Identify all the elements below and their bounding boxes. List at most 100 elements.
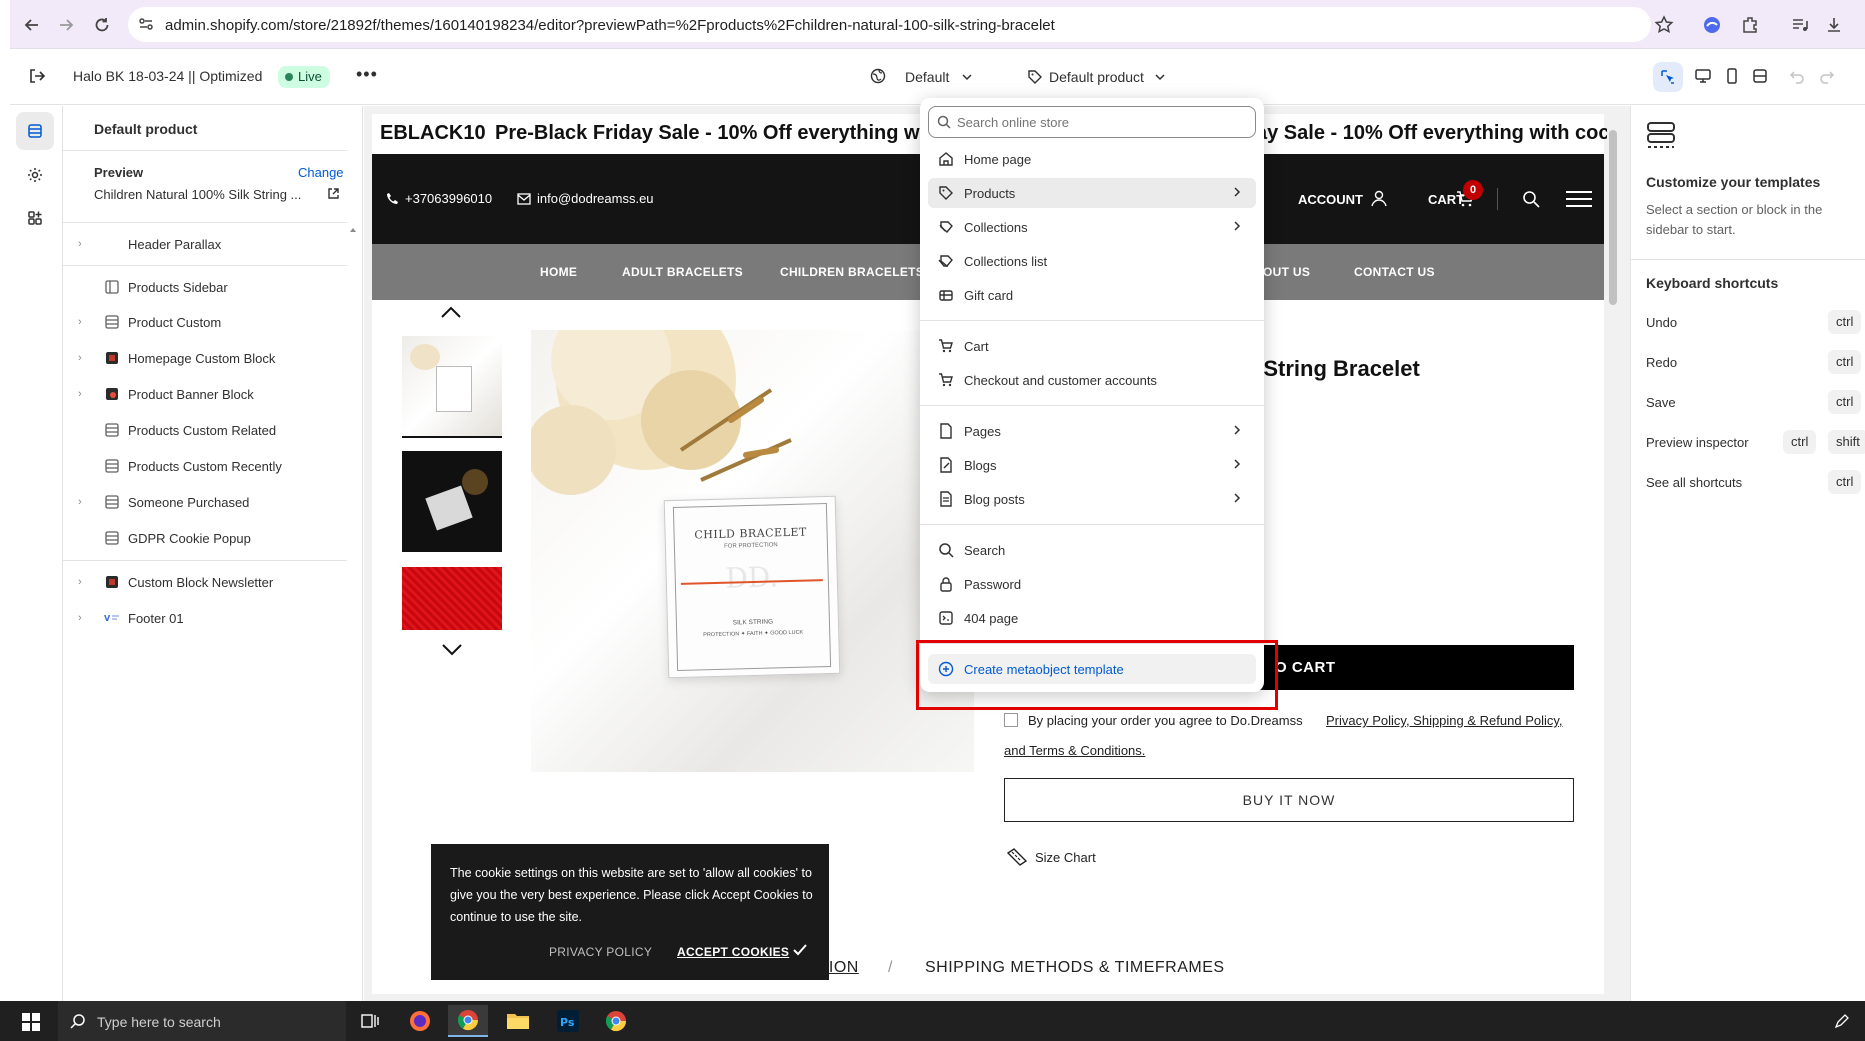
tab-shipping-methods[interactable]: SHIPPING METHODS & TIMEFRAMES <box>925 959 1225 977</box>
template-products[interactable]: Products <box>928 178 1256 208</box>
nav-adult-bracelets[interactable]: ADULT BRACELETS <box>622 265 743 279</box>
template-home-page[interactable]: Home page <box>928 144 1256 174</box>
media-controls-icon[interactable] <box>1788 13 1812 37</box>
redo-icon[interactable] <box>1818 67 1836 85</box>
chevron-right-icon[interactable]: › <box>78 352 92 364</box>
chevron-up-icon[interactable] <box>440 305 462 319</box>
terms-link[interactable]: and Terms & Conditions. <box>1004 743 1145 758</box>
section-products-sidebar[interactable]: Products Sidebar <box>70 272 346 302</box>
chrome-taskbar-icon-active[interactable] <box>448 1005 488 1037</box>
photoshop-icon[interactable]: Ps <box>548 1005 588 1037</box>
reload-button[interactable] <box>88 11 116 39</box>
file-explorer-icon[interactable] <box>498 1005 538 1037</box>
size-chart-link[interactable]: Size Chart <box>1035 850 1096 865</box>
template-gift-card[interactable]: Gift card <box>928 280 1256 310</box>
accept-cookies-button[interactable]: ACCEPT COOKIES <box>677 945 789 959</box>
template-pages[interactable]: Pages <box>928 416 1256 446</box>
chevron-right-icon[interactable]: › <box>78 316 92 328</box>
site-info-icon[interactable] <box>137 15 155 33</box>
nav-about-us[interactable]: OUT US <box>1263 265 1310 279</box>
store-phone[interactable]: +37063996010 <box>405 191 492 206</box>
template-password[interactable]: Password <box>928 569 1256 599</box>
chevron-down-icon[interactable] <box>961 71 973 83</box>
policy-links[interactable]: Privacy Policy, Shipping & Refund Policy… <box>1326 713 1563 728</box>
external-link-icon[interactable] <box>327 187 340 200</box>
template-404-page[interactable]: 404 page <box>928 603 1256 633</box>
sidebar-scrollbar[interactable] <box>349 226 356 1001</box>
checkmark-icon[interactable] <box>792 943 808 957</box>
product-template-select[interactable]: Default product <box>1049 69 1144 85</box>
product-thumbnail-3[interactable] <box>402 567 502 630</box>
section-homepage-custom-block[interactable]: › Homepage Custom Block <box>70 343 346 373</box>
shortcut-see-all[interactable]: See all shortcuts ctrl <box>1640 466 1865 498</box>
template-search[interactable]: Search <box>928 535 1256 565</box>
user-icon[interactable] <box>1370 189 1388 207</box>
template-checkout[interactable]: Checkout and customer accounts <box>928 365 1256 395</box>
product-thumbnail-2[interactable] <box>402 451 502 552</box>
section-label: Products Custom Related <box>128 422 277 438</box>
cart-count-badge: 0 <box>1463 180 1483 200</box>
profile-icon[interactable] <box>1700 13 1724 37</box>
undo-icon[interactable] <box>1788 67 1806 85</box>
section-footer-01[interactable]: › V Footer 01 <box>70 603 346 633</box>
firefox-icon[interactable] <box>400 1005 440 1037</box>
chevron-right-icon[interactable]: › <box>78 496 92 508</box>
desktop-view-icon[interactable] <box>1694 67 1712 85</box>
template-collections-list[interactable]: Collections list <box>928 246 1256 276</box>
section-product-banner-block[interactable]: › Product Banner Block <box>70 379 346 409</box>
search-icon[interactable] <box>1522 190 1540 208</box>
section-header-parallax[interactable]: › Header Parallax <box>70 229 346 259</box>
chevron-right-icon[interactable]: › <box>78 388 92 400</box>
chevron-right-icon[interactable]: › <box>78 576 92 588</box>
mobile-view-icon[interactable] <box>1723 67 1741 85</box>
account-link[interactable]: ACCOUNT <box>1298 192 1363 207</box>
chrome-icon[interactable] <box>596 1005 636 1037</box>
nav-contact-us[interactable]: CONTACT US <box>1354 265 1435 279</box>
divider <box>1630 259 1865 260</box>
product-main-image[interactable]: CHILD BRACELET FOR PROTECTION DD. SILK S… <box>531 330 974 772</box>
template-cart[interactable]: Cart <box>928 331 1256 361</box>
back-button[interactable] <box>18 11 46 39</box>
task-view-icon[interactable] <box>350 1005 390 1037</box>
bookmark-star-icon[interactable] <box>1652 13 1676 37</box>
exit-icon[interactable] <box>28 67 46 85</box>
extensions-icon[interactable] <box>1738 13 1762 37</box>
nav-children-bracelets[interactable]: CHILDREN BRACELETS <box>780 265 924 279</box>
nav-home[interactable]: HOME <box>540 265 577 279</box>
hamburger-menu-icon[interactable] <box>1566 190 1592 208</box>
chevron-down-icon[interactable] <box>441 643 463 657</box>
download-icon[interactable] <box>1822 13 1846 37</box>
taskbar-search-placeholder[interactable]: Type here to search <box>97 1014 221 1030</box>
windows-start-icon[interactable] <box>22 1013 40 1031</box>
section-products-custom-related[interactable]: Products Custom Related <box>70 415 346 445</box>
section-products-custom-recently[interactable]: Products Custom Recently <box>70 451 346 481</box>
full-width-icon[interactable] <box>1751 67 1769 85</box>
sections-rail-button[interactable] <box>16 112 54 150</box>
apps-rail-button[interactable] <box>16 199 54 237</box>
url-text[interactable]: admin.shopify.com/store/21892f/themes/16… <box>165 17 1055 34</box>
section-product-custom[interactable]: › Product Custom <box>70 307 346 337</box>
store-email[interactable]: info@dodreamss.eu <box>537 191 654 206</box>
cookie-privacy-link[interactable]: PRIVACY POLICY <box>549 945 652 959</box>
chevron-right-icon[interactable]: › <box>78 612 92 624</box>
chevron-right-icon[interactable]: › <box>78 238 92 250</box>
section-someone-purchased[interactable]: › Someone Purchased <box>70 487 346 517</box>
more-actions-button[interactable]: ••• <box>356 64 378 85</box>
theme-settings-rail-button[interactable] <box>16 156 54 194</box>
pen-icon[interactable] <box>1834 1013 1850 1029</box>
inspector-button[interactable] <box>1653 62 1683 92</box>
preview-scrollbar-thumb[interactable] <box>1609 130 1617 305</box>
change-preview-link[interactable]: Change <box>298 165 344 180</box>
template-blogs[interactable]: Blogs <box>928 450 1256 480</box>
forward-button[interactable] <box>52 11 80 39</box>
chevron-down-icon[interactable] <box>1154 71 1166 83</box>
template-blog-posts[interactable]: Blog posts <box>928 484 1256 514</box>
section-gdpr-cookie-popup[interactable]: GDPR Cookie Popup <box>70 523 346 553</box>
template-collections[interactable]: Collections <box>928 212 1256 242</box>
product-thumbnail-1[interactable] <box>402 336 502 438</box>
section-custom-block-newsletter[interactable]: › Custom Block Newsletter <box>70 567 346 597</box>
template-select[interactable]: Default <box>905 69 949 85</box>
terms-checkbox[interactable] <box>1004 713 1018 727</box>
buy-it-now-button[interactable]: BUY IT NOW <box>1004 778 1574 822</box>
template-search-input[interactable] <box>957 113 1247 131</box>
